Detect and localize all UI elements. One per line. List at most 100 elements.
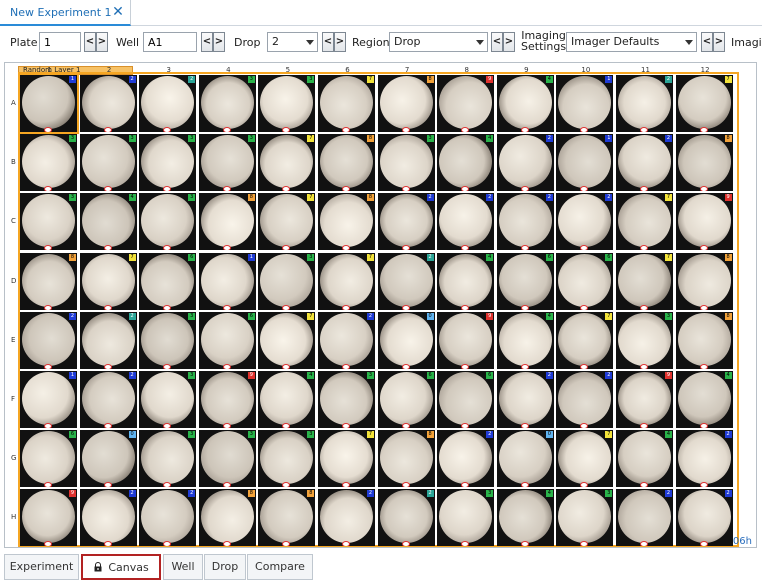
close-icon[interactable]: ✕ — [111, 3, 125, 21]
well-thumbnail[interactable]: 4 — [79, 193, 137, 251]
tab-experiment[interactable]: Experiment — [4, 554, 79, 580]
region-prev-button[interactable]: < — [491, 32, 503, 52]
well-thumbnail[interactable]: 2 — [377, 489, 435, 547]
well-thumbnail[interactable]: 2 — [437, 430, 495, 488]
imaging-prev-button[interactable]: < — [701, 32, 713, 52]
well-thumbnail[interactable]: 7 — [258, 311, 316, 369]
well-thumbnail[interactable]: 8 — [675, 134, 733, 192]
well-thumbnail[interactable]: 6 — [556, 252, 614, 310]
well-thumbnail[interactable]: 6 — [377, 371, 435, 428]
well-thumbnail[interactable]: 2 — [79, 371, 137, 428]
well-thumbnail[interactable]: 3 — [139, 311, 197, 369]
well-thumbnail[interactable]: 6 — [198, 311, 256, 369]
well-thumbnail[interactable]: 2 — [377, 193, 435, 251]
well-thumbnail[interactable]: 2 — [437, 193, 495, 251]
well-thumbnail[interactable]: 3 — [139, 430, 197, 488]
row-header[interactable]: H — [11, 513, 16, 521]
well-thumbnail[interactable]: 7 — [556, 430, 614, 488]
well-thumbnail[interactable]: 7 — [258, 193, 316, 251]
well-next-button[interactable]: > — [213, 32, 225, 52]
column-header[interactable]: 2 — [80, 66, 139, 74]
drop-next-button[interactable]: > — [334, 32, 346, 52]
well-thumbnail[interactable]: 9 — [20, 489, 77, 547]
well-thumbnail[interactable]: 2 — [139, 75, 197, 132]
well-thumbnail[interactable]: 0 — [496, 430, 554, 488]
well-thumbnail[interactable]: 3 — [20, 134, 77, 192]
well-thumbnail[interactable]: 6 — [437, 371, 495, 428]
column-header[interactable]: 10 — [556, 66, 615, 74]
well-thumbnail[interactable]: 2 — [20, 311, 77, 369]
row-header[interactable]: C — [11, 217, 16, 225]
well-thumbnail[interactable]: 3 — [377, 134, 435, 192]
column-header[interactable]: 12 — [676, 66, 735, 74]
column-header[interactable]: 9 — [497, 66, 556, 74]
well-thumbnail[interactable]: 2 — [556, 193, 614, 251]
well-thumbnail[interactable]: 8 — [198, 193, 256, 251]
row-header[interactable]: F — [11, 395, 15, 403]
well-thumbnail[interactable]: 3 — [198, 75, 256, 132]
well-input[interactable] — [143, 32, 197, 52]
tab-canvas[interactable]: Canvas — [81, 554, 161, 580]
well-thumbnail[interactable]: 2 — [377, 252, 435, 310]
well-prev-button[interactable]: < — [201, 32, 213, 52]
column-header[interactable]: 11 — [616, 66, 675, 74]
well-thumbnail[interactable]: 1 — [556, 75, 614, 132]
well-thumbnail[interactable]: 9 — [616, 371, 673, 428]
plate-next-button[interactable]: > — [96, 32, 108, 52]
well-thumbnail[interactable]: 3 — [20, 193, 77, 251]
well-thumbnail[interactable]: 3 — [556, 489, 614, 547]
plate-input[interactable] — [39, 32, 81, 52]
well-thumbnail[interactable]: 8 — [258, 489, 316, 547]
well-thumbnail[interactable]: 0 — [377, 311, 435, 369]
tab-well[interactable]: Well — [163, 554, 203, 580]
well-thumbnail[interactable]: 3 — [198, 430, 256, 488]
well-thumbnail[interactable]: 2 — [616, 489, 673, 547]
well-thumbnail[interactable]: 6 — [20, 430, 77, 488]
well-thumbnail[interactable]: 3 — [139, 193, 197, 251]
column-header[interactable]: 8 — [437, 66, 496, 74]
well-thumbnail[interactable]: 7 — [616, 252, 673, 310]
well-thumbnail[interactable]: 2 — [496, 193, 554, 251]
well-thumbnail[interactable]: 0 — [79, 430, 137, 488]
imaging-next-button[interactable]: > — [713, 32, 725, 52]
well-thumbnail[interactable]: 7 — [616, 193, 673, 251]
well-thumbnail[interactable]: 2 — [79, 311, 137, 369]
well-thumbnail[interactable]: 7 — [79, 252, 137, 310]
drop-select[interactable]: 2 — [267, 32, 318, 52]
well-thumbnail[interactable]: 6 — [496, 252, 554, 310]
well-thumbnail[interactable]: 4 — [437, 134, 495, 192]
column-header[interactable]: 6 — [318, 66, 377, 74]
well-thumbnail[interactable]: 9 — [675, 193, 733, 251]
well-thumbnail[interactable]: 3 — [437, 489, 495, 547]
well-thumbnail[interactable]: 4 — [675, 371, 733, 428]
well-thumbnail[interactable]: 2 — [675, 430, 733, 488]
row-header[interactable]: D — [11, 277, 16, 285]
well-thumbnail[interactable]: 1 — [198, 252, 256, 310]
well-thumbnail[interactable]: 2 — [139, 489, 197, 547]
column-header[interactable]: 7 — [378, 66, 437, 74]
well-thumbnail[interactable]: 2 — [496, 134, 554, 192]
well-thumbnail[interactable]: 8 — [20, 252, 77, 310]
well-thumbnail[interactable]: 2 — [318, 311, 375, 369]
well-thumbnail[interactable]: 3 — [198, 134, 256, 192]
well-thumbnail[interactable]: 7 — [318, 430, 375, 488]
tab-drop[interactable]: Drop — [204, 554, 246, 580]
well-thumbnail[interactable]: 7 — [318, 75, 375, 132]
imaging-settings-select[interactable]: Imager Defaults — [566, 32, 697, 52]
column-header[interactable]: 4 — [199, 66, 258, 74]
well-thumbnail[interactable]: 2 — [675, 489, 733, 547]
well-thumbnail[interactable]: 3 — [258, 252, 316, 310]
drop-prev-button[interactable]: < — [322, 32, 334, 52]
well-thumbnail[interactable]: 2 — [79, 489, 137, 547]
well-thumbnail[interactable]: 8 — [675, 311, 733, 369]
well-thumbnail[interactable]: 8 — [377, 430, 435, 488]
well-thumbnail[interactable]: 2 — [79, 75, 137, 132]
well-thumbnail[interactable]: 3 — [139, 371, 197, 428]
well-thumbnail[interactable]: 9 — [437, 75, 495, 132]
well-thumbnail[interactable]: 8 — [318, 193, 375, 251]
well-thumbnail[interactable]: 7 — [675, 75, 733, 132]
row-header[interactable]: B — [11, 158, 16, 166]
well-thumbnail[interactable]: 1 — [18, 73, 79, 134]
well-thumbnail[interactable]: 8 — [198, 489, 256, 547]
well-thumbnail[interactable]: 1 — [556, 134, 614, 192]
